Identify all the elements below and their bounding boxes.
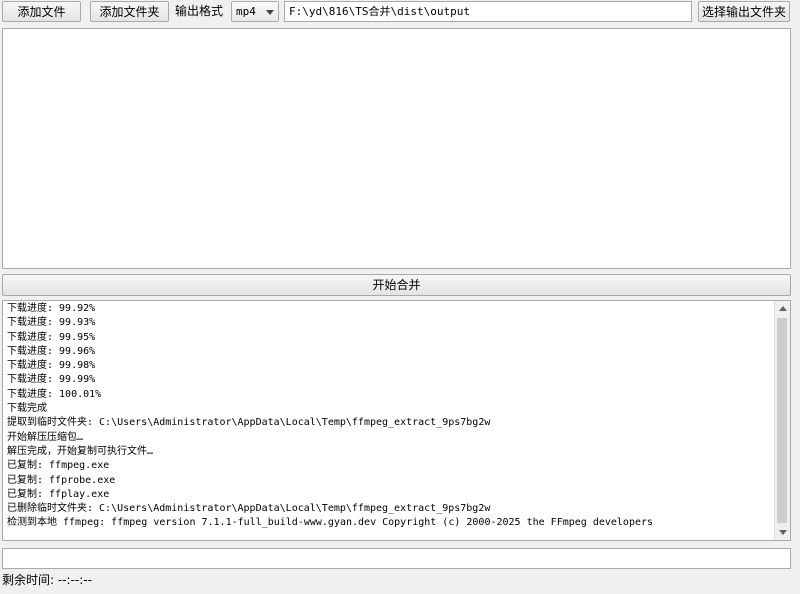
- log-line: 已复制: ffprobe.exe: [7, 474, 116, 486]
- output-path-input[interactable]: F:\yd\816\TS合并\dist\output: [284, 1, 692, 22]
- arrow-up-icon: [779, 306, 787, 311]
- log-lines: 下载进度: 99.92% 下载进度: 99.93% 下载进度: 99.95% 下载进度…: [7, 302, 772, 531]
- scroll-thumb[interactable]: [777, 318, 787, 523]
- scroll-down-button[interactable]: [775, 525, 790, 540]
- log-line: 已删除临时文件夹: C:\Users\Administrator\AppData…: [7, 503, 491, 515]
- log-scrollbar[interactable]: [774, 301, 790, 540]
- remaining-time-status: 剩余时间: --:--:--: [2, 573, 92, 587]
- command-input[interactable]: [2, 548, 791, 569]
- log-line: 解压完成，开始复制可执行文件…: [7, 445, 154, 457]
- log-line: 下载进度: 99.98%: [7, 360, 96, 372]
- app-window: 添加文件 添加文件夹 输出格式 mp4 F:\yd\816\TS合并\dist\…: [0, 0, 800, 594]
- log-line: 下载进度: 99.99%: [7, 374, 96, 386]
- chevron-down-icon: [266, 10, 274, 15]
- output-format-value: mp4: [236, 5, 256, 18]
- log-line: 检测到本地 ffmpeg: ffmpeg version 7.1.1-full_…: [7, 517, 654, 529]
- log-line: 已复制: ffmpeg.exe: [7, 460, 110, 472]
- log-line: 下载进度: 99.92%: [7, 303, 96, 314]
- add-file-button[interactable]: 添加文件: [2, 1, 81, 22]
- log-line: 下载进度: 99.96%: [7, 345, 96, 357]
- log-line: 下载完成: [7, 403, 47, 415]
- log-line: 下载进度: 99.95%: [7, 331, 96, 343]
- scroll-up-button[interactable]: [775, 301, 790, 316]
- toolbar: 添加文件 添加文件夹 输出格式 mp4 F:\yd\816\TS合并\dist\…: [0, 0, 800, 24]
- log-line: 下载进度: 100.01%: [7, 388, 102, 400]
- start-merge-button[interactable]: 开始合并: [2, 274, 791, 296]
- output-format-label: 输出格式: [175, 4, 224, 18]
- log-line: 提取到临时文件夹: C:\Users\Administrator\AppData…: [7, 417, 491, 429]
- log-output[interactable]: 下载进度: 99.92% 下载进度: 99.93% 下载进度: 99.95% 下载进度…: [2, 300, 791, 541]
- file-list[interactable]: [2, 28, 791, 269]
- choose-output-folder-button[interactable]: 选择输出文件夹: [698, 1, 790, 22]
- arrow-down-icon: [779, 530, 787, 535]
- log-line: 已复制: ffplay.exe: [7, 488, 110, 500]
- log-line: 开始解压压缩包…: [7, 431, 84, 443]
- output-format-select[interactable]: mp4: [231, 1, 279, 22]
- log-line: 下载进度: 99.93%: [7, 317, 96, 329]
- add-folder-button[interactable]: 添加文件夹: [90, 1, 169, 22]
